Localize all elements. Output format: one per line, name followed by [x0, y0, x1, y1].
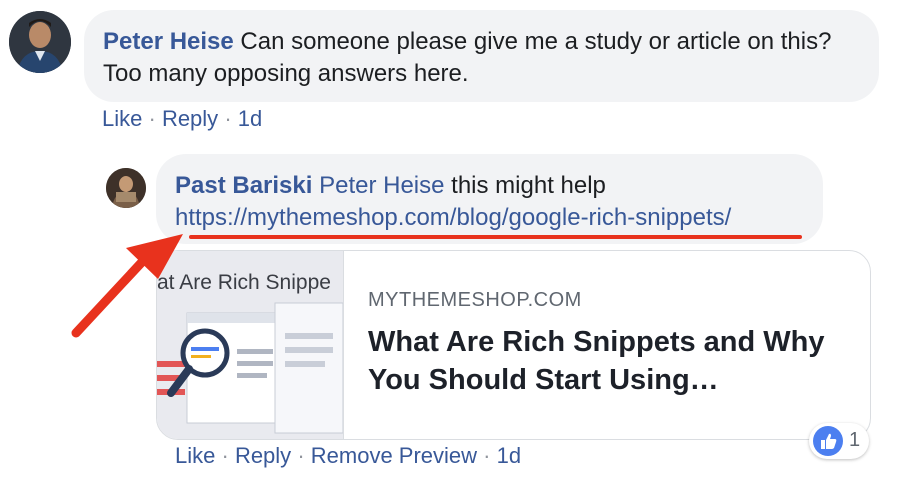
reaction-badge[interactable]: 1: [809, 423, 869, 459]
reply-url-link[interactable]: https://mythemeshop.com/blog/google-rich…: [175, 204, 731, 231]
comment-actions: Like · Reply · 1d: [102, 106, 262, 132]
reply-author[interactable]: Past Bariski: [175, 172, 312, 199]
annotation-underline: [189, 235, 802, 239]
separator: ·: [221, 443, 229, 468]
link-preview-card[interactable]: at Are Rich Snippe MYTHEMESHOP.COM What …: [156, 250, 871, 440]
comment-author[interactable]: Peter Heise: [103, 28, 234, 55]
reply-link[interactable]: Reply: [235, 443, 291, 468]
separator: ·: [483, 443, 491, 468]
avatar-peter-heise[interactable]: [9, 11, 71, 73]
separator: ·: [224, 106, 232, 131]
comment-body: Peter Heise Can someone please give me a…: [103, 26, 863, 90]
preview-domain: MYTHEMESHOP.COM: [368, 289, 582, 311]
thumbs-up-icon: [813, 426, 843, 456]
like-link[interactable]: Like: [175, 443, 215, 468]
reaction-count: 1: [849, 429, 861, 451]
avatar-past-bariski[interactable]: [106, 168, 146, 208]
mention-tag[interactable]: Peter Heise: [319, 172, 444, 199]
reply-link[interactable]: Reply: [162, 106, 218, 131]
separator: ·: [297, 443, 305, 468]
preview-title[interactable]: What Are Rich Snippets and Why You Shoul…: [368, 323, 848, 399]
comment-timestamp[interactable]: 1d: [238, 106, 262, 131]
reply-actions: Like · Reply · Remove Preview · 1d: [175, 443, 521, 469]
separator: ·: [148, 106, 156, 131]
like-link[interactable]: Like: [102, 106, 142, 131]
reply-body: Past Bariski Peter Heise this might help…: [175, 170, 815, 234]
reply-timestamp[interactable]: 1d: [497, 443, 521, 468]
reply-text: this might help: [451, 172, 606, 199]
preview-thumbnail: at Are Rich Snippe: [157, 251, 344, 439]
remove-preview-link[interactable]: Remove Preview: [311, 443, 477, 468]
